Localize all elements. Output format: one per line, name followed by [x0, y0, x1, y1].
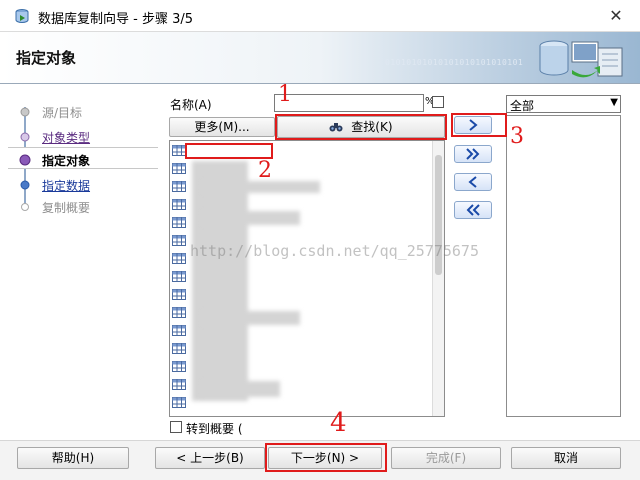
step-visited-icon: [20, 132, 30, 142]
more-button-label: 更多(M)...: [194, 120, 250, 134]
table-icon: [172, 307, 186, 318]
table-icon: [172, 235, 186, 246]
step-specify-data[interactable]: 指定数据: [8, 173, 158, 195]
double-chevron-left-icon: [466, 204, 480, 216]
obscured-names: [192, 161, 248, 401]
help-button[interactable]: 帮助(H): [17, 447, 129, 469]
table-icon: [172, 271, 186, 282]
table-icon: [172, 361, 186, 372]
sql-developer-icon: [15, 9, 29, 23]
wizard-banner: 指定对象 01010101010101010101010101: [0, 32, 640, 84]
annotation-box-find: [275, 114, 447, 140]
table-icon: [172, 397, 186, 408]
annotation-box-next: [265, 443, 387, 472]
close-icon[interactable]: ✕: [604, 5, 628, 27]
help-button-label: 帮助(H): [51, 451, 95, 465]
annotation-number: 3: [510, 124, 524, 149]
goto-summary-label: 转到概要 (: [186, 422, 243, 436]
step-label: 对象类型: [42, 131, 91, 145]
annotation-box-item: [185, 143, 273, 159]
table-icon: [172, 163, 186, 174]
wizard-steps-panel: 源/目标 对象类型 指定对象 指定数据 复制概要: [8, 95, 158, 435]
finish-button[interactable]: 完成(F): [391, 447, 501, 469]
step-label: 复制概要: [42, 201, 91, 215]
dropdown-arrow-icon: ▼: [610, 97, 618, 108]
page-title: 指定对象: [16, 49, 77, 67]
available-objects-list[interactable]: [169, 140, 445, 417]
step-label: 源/目标: [42, 106, 83, 120]
table-icon: [172, 181, 186, 192]
step-done-icon: [20, 107, 30, 117]
annotation-number: 1: [278, 82, 292, 107]
table-icon: [172, 253, 186, 264]
step-specify-objects: 指定对象: [8, 147, 158, 169]
step-next-icon: [20, 180, 30, 190]
object-filter-select[interactable]: 全部 ▼: [506, 95, 621, 113]
filter-value: 全部: [510, 99, 535, 113]
goto-summary-checkbox[interactable]: [170, 421, 182, 433]
step-object-type[interactable]: 对象类型: [8, 125, 158, 147]
move-all-right-button[interactable]: [454, 145, 492, 163]
step-future-icon: [21, 203, 29, 211]
watermark-text: http://blog.csdn.net/qq_25775675: [190, 242, 479, 260]
table-icon: [172, 199, 186, 210]
table-icon: [172, 379, 186, 390]
step-current-icon: [19, 154, 31, 166]
annotation-number: 2: [258, 158, 272, 183]
title-bar: 数据库复制向导 - 步骤 3/5 ✕: [0, 0, 640, 32]
step-label: 指定数据: [42, 179, 91, 193]
wildcard-checkbox[interactable]: [432, 96, 444, 108]
cancel-button-label: 取消: [553, 451, 578, 465]
obscured-name: [200, 211, 300, 225]
table-icon: [172, 145, 186, 156]
finish-button-label: 完成(F): [425, 451, 467, 465]
database-copy-graphic: [539, 40, 623, 78]
double-chevron-right-icon: [466, 148, 480, 160]
obscured-name: [200, 311, 300, 325]
annotation-number: 4: [330, 408, 347, 438]
table-icon: [172, 217, 186, 228]
move-all-left-button[interactable]: [454, 201, 492, 219]
obscured-name: [200, 381, 280, 397]
more-button[interactable]: 更多(M)...: [169, 117, 275, 137]
move-selected-left-button[interactable]: [454, 173, 492, 191]
table-icon: [172, 325, 186, 336]
step-copy-summary: 复制概要: [8, 195, 158, 217]
table-icon: [172, 343, 186, 354]
step-label: 指定对象: [42, 154, 91, 168]
selected-objects-list[interactable]: [506, 115, 621, 417]
binary-decoration: 01010101010101010101010101: [385, 58, 524, 67]
back-button[interactable]: < 上一步(B): [155, 447, 265, 469]
table-icon: [172, 289, 186, 300]
chevron-left-icon: [468, 176, 477, 188]
cancel-button[interactable]: 取消: [511, 447, 621, 469]
name-input[interactable]: [274, 94, 424, 112]
name-label: 名称(A): [170, 98, 212, 112]
list-scrollbar[interactable]: [432, 141, 444, 416]
back-button-label: < 上一步(B): [176, 451, 244, 465]
window-title: 数据库复制向导 - 步骤 3/5: [38, 12, 194, 27]
step-source-target: 源/目标: [8, 100, 158, 122]
annotation-box-move: [451, 113, 507, 137]
